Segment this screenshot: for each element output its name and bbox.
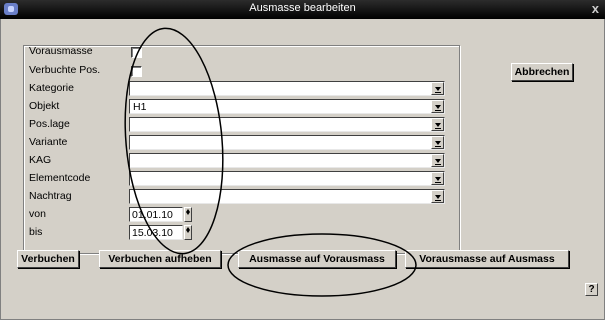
vorausmasse-label: Vorausmasse xyxy=(29,45,93,57)
elementcode-label: Elementcode xyxy=(29,172,91,184)
chevron-down-icon[interactable] xyxy=(431,136,444,149)
von-date-field[interactable]: 01.01.10 xyxy=(129,207,183,222)
verbuchen-aufheben-label: Verbuchen aufheben xyxy=(108,253,212,265)
von-value: 01.01.10 xyxy=(132,209,173,221)
kag-combo[interactable] xyxy=(129,153,445,168)
objekt-combo[interactable]: H1 xyxy=(129,99,445,114)
poslage-label: Pos.lage xyxy=(29,118,70,130)
dialog-body: Vorausmasse Verbuchte Pos. Kategorie Obj… xyxy=(0,19,605,320)
kategorie-combo[interactable] xyxy=(129,81,445,96)
verbuchte-pos-checkbox[interactable] xyxy=(131,66,142,77)
nachtrag-combo[interactable] xyxy=(129,189,445,204)
chevron-down-icon[interactable] xyxy=(431,154,444,167)
chevron-down-icon[interactable] xyxy=(431,82,444,95)
close-icon[interactable]: x xyxy=(592,1,599,16)
von-label: von xyxy=(29,208,46,220)
ausmasse-auf-vorausmass-button[interactable]: Ausmasse auf Vorausmass xyxy=(238,250,396,268)
ausmasse-auf-vorausmass-label: Ausmasse auf Vorausmass xyxy=(249,253,385,265)
elementcode-combo[interactable] xyxy=(129,171,445,186)
vorausmasse-auf-ausmass-button[interactable]: Vorausmasse auf Ausmass xyxy=(405,250,569,268)
vorausmasse-auf-ausmass-label: Vorausmasse auf Ausmass xyxy=(419,253,555,265)
poslage-combo[interactable] xyxy=(129,117,445,132)
chevron-down-icon[interactable] xyxy=(431,190,444,203)
vorausmasse-checkbox[interactable] xyxy=(131,47,142,58)
objekt-label: Objekt xyxy=(29,100,60,112)
kag-label: KAG xyxy=(29,154,52,166)
bis-date-field[interactable]: 15.03.10 xyxy=(129,225,183,240)
verbuchte-pos-label: Verbuchte Pos. xyxy=(29,64,101,76)
verbuchen-aufheben-button[interactable]: Verbuchen aufheben xyxy=(99,250,221,268)
verbuchen-label: Verbuchen xyxy=(21,253,75,265)
chevron-down-icon[interactable] xyxy=(431,100,444,113)
bis-value: 15.03.10 xyxy=(132,227,173,239)
objekt-value: H1 xyxy=(133,101,147,113)
kategorie-label: Kategorie xyxy=(29,82,74,94)
nachtrag-label: Nachtrag xyxy=(29,190,72,202)
window-title: Ausmasse bearbeiten xyxy=(249,2,356,14)
variante-label: Variante xyxy=(29,136,68,148)
verbuchen-button[interactable]: Verbuchen xyxy=(17,250,79,268)
bis-spinner-icon[interactable] xyxy=(184,225,192,240)
chevron-down-icon[interactable] xyxy=(431,172,444,185)
title-bar: Ausmasse bearbeiten x xyxy=(0,0,605,19)
chevron-down-icon[interactable] xyxy=(431,118,444,131)
help-button[interactable]: ? xyxy=(585,283,598,296)
bis-label: bis xyxy=(29,226,43,238)
von-spinner-icon[interactable] xyxy=(184,207,192,222)
variante-combo[interactable] xyxy=(129,135,445,150)
abbrechen-label: Abbrechen xyxy=(514,66,570,78)
abbrechen-button[interactable]: Abbrechen xyxy=(511,63,573,81)
